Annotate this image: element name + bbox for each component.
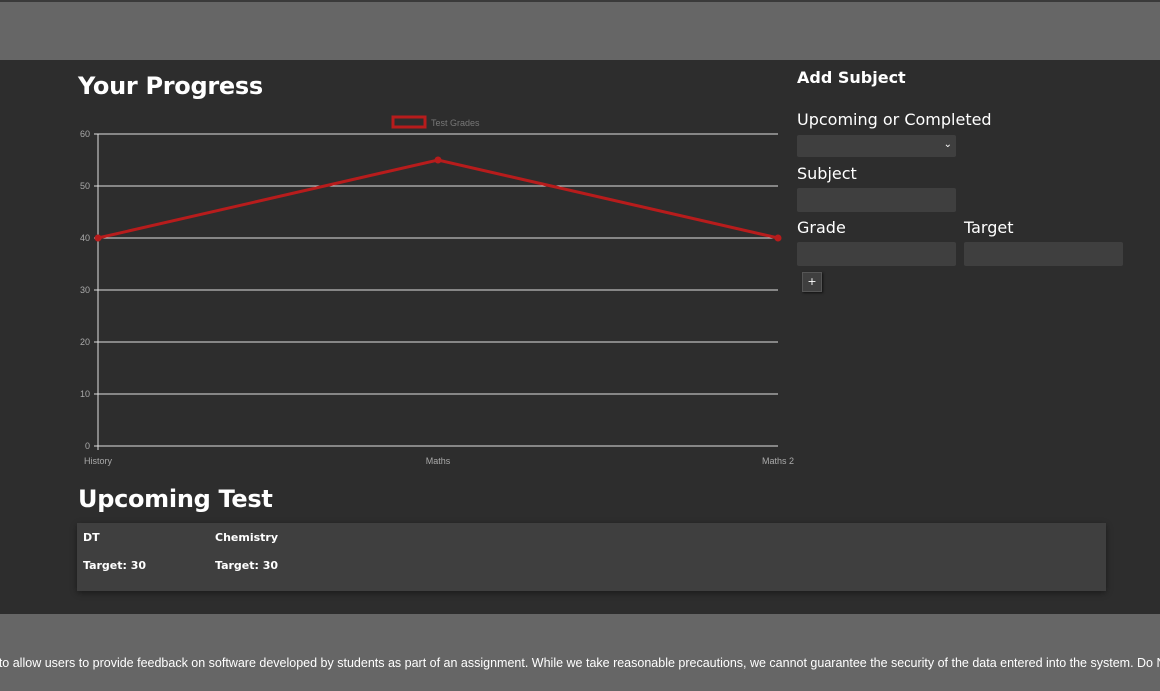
data-point xyxy=(434,156,442,164)
test-target: Target: 30 xyxy=(215,559,279,572)
legend-swatch xyxy=(391,115,427,129)
status-label: Upcoming or Completed xyxy=(797,110,992,129)
target-label: Target xyxy=(964,218,1014,237)
top-navbar xyxy=(0,0,1160,60)
y-tick-label: 30 xyxy=(80,285,90,295)
subject-label: Subject xyxy=(797,164,857,183)
test-target: Target: 30 xyxy=(83,559,147,572)
progress-title: Your Progress xyxy=(78,72,263,100)
grade-label: Grade xyxy=(797,218,846,237)
progress-chart: 0 10 20 30 40 50 60 History Maths Maths 2 Test Gra… xyxy=(80,115,794,466)
test-name: Chemistry xyxy=(215,531,278,544)
target-input[interactable] xyxy=(964,242,1123,266)
upcoming-tests-panel: DT Target: 30 Chemistry Target: 30 xyxy=(77,523,1106,591)
subject-input[interactable] xyxy=(797,188,956,212)
x-tick-label: Maths xyxy=(426,456,451,466)
test-card-chemistry[interactable]: Chemistry Target: 30 xyxy=(215,523,345,591)
upcoming-title: Upcoming Test xyxy=(78,485,273,513)
chevron-down-icon: ⌄ xyxy=(943,139,952,150)
x-tick-label: Maths 2 xyxy=(762,456,794,466)
status-select[interactable]: ⌄ xyxy=(797,135,956,157)
y-tick-label: 40 xyxy=(80,233,90,243)
grade-input[interactable] xyxy=(797,242,956,266)
data-point xyxy=(774,234,782,242)
y-tick-label: 10 xyxy=(80,389,90,399)
footer: am to allow users to provide feedback on… xyxy=(0,614,1160,691)
add-subject-button[interactable]: + xyxy=(802,272,822,292)
form-title: Add Subject xyxy=(797,68,906,87)
test-name: DT xyxy=(83,531,100,544)
y-tick-label: 60 xyxy=(80,129,90,139)
data-point xyxy=(94,234,102,242)
y-tick-label: 0 xyxy=(85,441,90,451)
legend-label: Test Grades xyxy=(431,118,480,128)
y-tick-label: 20 xyxy=(80,337,90,347)
series-line xyxy=(97,158,779,240)
test-card-dt[interactable]: DT Target: 30 xyxy=(83,523,213,591)
y-tick-label: 50 xyxy=(80,181,90,191)
footer-disclaimer: am to allow users to provide feedback on… xyxy=(0,656,1160,670)
x-tick-label: History xyxy=(84,456,113,466)
